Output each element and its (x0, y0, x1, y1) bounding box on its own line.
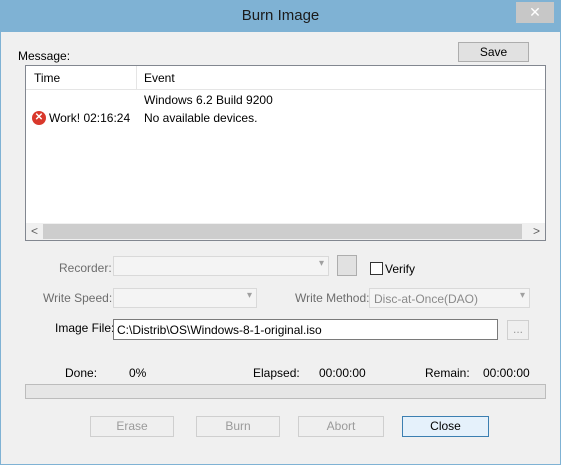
burn-button[interactable]: Burn (196, 416, 280, 437)
elapsed-value: 00:00:00 (319, 366, 366, 380)
recorder-label: Recorder: (59, 261, 112, 275)
message-list[interactable]: Time Event Windows 6.2 Build 9200 ✕ Work… (25, 65, 546, 241)
image-file-field[interactable] (114, 320, 497, 339)
dialog-client-area: Message: Save Time Event Windows 6.2 Bui… (8, 32, 553, 457)
save-button[interactable]: Save (458, 42, 529, 62)
abort-button[interactable]: Abort (298, 416, 384, 437)
write-speed-label: Write Speed: (43, 291, 113, 305)
write-speed-select[interactable]: ▾ (113, 288, 257, 308)
browse-button[interactable]: ... (507, 320, 529, 340)
elapsed-label: Elapsed: (253, 366, 300, 380)
chevron-down-icon: ▾ (246, 290, 252, 301)
done-label: Done: (65, 366, 98, 380)
write-method-label: Write Method: (295, 291, 370, 305)
verify-checkbox[interactable] (370, 262, 383, 275)
message-event: Windows 6.2 Build 9200 (144, 93, 273, 107)
write-method-select[interactable]: Disc-at-Once(DAO) ▾ (369, 288, 530, 308)
image-file-label: Image File: (55, 321, 115, 335)
close-window-icon[interactable]: ✕ (516, 2, 554, 23)
message-row[interactable]: Windows 6.2 Build 9200 (26, 92, 545, 110)
message-event: No available devices. (144, 111, 258, 125)
verify-label: Verify (385, 262, 416, 276)
window-title: Burn Image (241, 7, 320, 24)
message-list-header: Time Event (26, 66, 545, 90)
close-button[interactable]: Close (402, 416, 489, 437)
done-value: 0% (129, 366, 147, 380)
scroll-thumb[interactable] (43, 224, 522, 239)
recorder-select[interactable]: ▾ (113, 256, 329, 276)
scroll-right-icon[interactable]: > (528, 223, 545, 240)
title-bar[interactable]: Burn Image ✕ (1, 1, 560, 32)
error-icon: ✕ (32, 111, 46, 125)
image-file-input[interactable] (113, 319, 498, 340)
scroll-left-icon[interactable]: < (26, 223, 43, 240)
chevron-down-icon: ▾ (318, 258, 324, 269)
column-separator (136, 66, 137, 89)
message-time: Work! 02:16:24 (49, 111, 131, 125)
chevron-down-icon: ▾ (519, 290, 525, 301)
burn-progress-bar (25, 384, 546, 399)
column-event[interactable]: Event (144, 71, 175, 85)
remain-value: 00:00:00 (483, 366, 530, 380)
erase-button[interactable]: Erase (90, 416, 174, 437)
horizontal-scrollbar[interactable]: < > (26, 223, 545, 240)
column-time[interactable]: Time (34, 71, 60, 85)
remain-label: Remain: (425, 366, 470, 380)
burn-image-dialog: Burn Image ✕ Message: Save Time Event Wi… (0, 0, 561, 465)
message-label: Message: (18, 49, 71, 63)
recorder-options-button[interactable] (337, 255, 357, 276)
write-method-value: Disc-at-Once(DAO) (374, 292, 479, 306)
message-row[interactable]: ✕ Work! 02:16:24 No available devices. (26, 110, 545, 128)
